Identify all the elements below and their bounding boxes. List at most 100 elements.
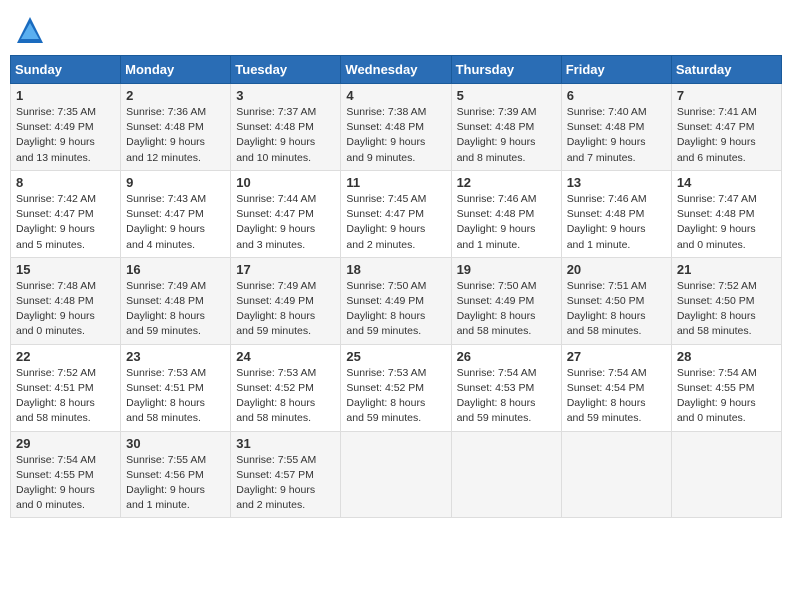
- sunrise-label: Sunrise: 7:36 AM: [126, 106, 206, 118]
- sunrise-label: Sunrise: 7:37 AM: [236, 106, 316, 118]
- sunrise-label: Sunrise: 7:43 AM: [126, 193, 206, 205]
- daylight-label: Daylight: 8 hours and 59 minutes.: [126, 310, 205, 337]
- day-info: Sunrise: 7:53 AM Sunset: 4:51 PM Dayligh…: [126, 366, 225, 427]
- day-number: 7: [677, 88, 776, 103]
- calendar-day-cell: 4 Sunrise: 7:38 AM Sunset: 4:48 PM Dayli…: [341, 84, 451, 171]
- daylight-label: Daylight: 9 hours and 2 minutes.: [236, 484, 315, 511]
- sunset-label: Sunset: 4:56 PM: [126, 469, 204, 481]
- day-info: Sunrise: 7:50 AM Sunset: 4:49 PM Dayligh…: [457, 279, 556, 340]
- weekday-header: Monday: [121, 56, 231, 84]
- day-number: 9: [126, 175, 225, 190]
- calendar-day-cell: 24 Sunrise: 7:53 AM Sunset: 4:52 PM Dayl…: [231, 344, 341, 431]
- sunrise-label: Sunrise: 7:42 AM: [16, 193, 96, 205]
- calendar-day-cell: 13 Sunrise: 7:46 AM Sunset: 4:48 PM Dayl…: [561, 170, 671, 257]
- day-number: 19: [457, 262, 556, 277]
- daylight-label: Daylight: 8 hours and 58 minutes.: [457, 310, 536, 337]
- day-info: Sunrise: 7:47 AM Sunset: 4:48 PM Dayligh…: [677, 192, 776, 253]
- sunset-label: Sunset: 4:48 PM: [16, 295, 94, 307]
- day-number: 31: [236, 436, 335, 451]
- sunrise-label: Sunrise: 7:55 AM: [236, 454, 316, 466]
- daylight-label: Daylight: 9 hours and 0 minutes.: [16, 484, 95, 511]
- sunset-label: Sunset: 4:47 PM: [16, 208, 94, 220]
- sunrise-label: Sunrise: 7:39 AM: [457, 106, 537, 118]
- day-info: Sunrise: 7:42 AM Sunset: 4:47 PM Dayligh…: [16, 192, 115, 253]
- sunset-label: Sunset: 4:48 PM: [126, 295, 204, 307]
- calendar-day-cell: 25 Sunrise: 7:53 AM Sunset: 4:52 PM Dayl…: [341, 344, 451, 431]
- day-number: 26: [457, 349, 556, 364]
- day-info: Sunrise: 7:48 AM Sunset: 4:48 PM Dayligh…: [16, 279, 115, 340]
- sunset-label: Sunset: 4:48 PM: [457, 208, 535, 220]
- calendar-day-cell: 23 Sunrise: 7:53 AM Sunset: 4:51 PM Dayl…: [121, 344, 231, 431]
- sunset-label: Sunset: 4:47 PM: [677, 121, 755, 133]
- page-header: [10, 10, 782, 45]
- weekday-header: Friday: [561, 56, 671, 84]
- day-info: Sunrise: 7:52 AM Sunset: 4:51 PM Dayligh…: [16, 366, 115, 427]
- sunrise-label: Sunrise: 7:47 AM: [677, 193, 757, 205]
- sunrise-label: Sunrise: 7:54 AM: [677, 367, 757, 379]
- day-info: Sunrise: 7:55 AM Sunset: 4:56 PM Dayligh…: [126, 453, 225, 514]
- day-number: 5: [457, 88, 556, 103]
- sunrise-label: Sunrise: 7:50 AM: [346, 280, 426, 292]
- daylight-label: Daylight: 8 hours and 58 minutes.: [16, 397, 95, 424]
- daylight-label: Daylight: 8 hours and 58 minutes.: [567, 310, 646, 337]
- calendar-day-cell: 19 Sunrise: 7:50 AM Sunset: 4:49 PM Dayl…: [451, 257, 561, 344]
- sunset-label: Sunset: 4:51 PM: [16, 382, 94, 394]
- sunrise-label: Sunrise: 7:48 AM: [16, 280, 96, 292]
- calendar-week-row: 29 Sunrise: 7:54 AM Sunset: 4:55 PM Dayl…: [11, 431, 782, 518]
- calendar-day-cell: 11 Sunrise: 7:45 AM Sunset: 4:47 PM Dayl…: [341, 170, 451, 257]
- calendar-day-cell: 12 Sunrise: 7:46 AM Sunset: 4:48 PM Dayl…: [451, 170, 561, 257]
- sunset-label: Sunset: 4:48 PM: [567, 121, 645, 133]
- sunset-label: Sunset: 4:49 PM: [16, 121, 94, 133]
- sunrise-label: Sunrise: 7:52 AM: [677, 280, 757, 292]
- daylight-label: Daylight: 9 hours and 3 minutes.: [236, 223, 315, 250]
- daylight-label: Daylight: 9 hours and 1 minute.: [457, 223, 536, 250]
- day-info: Sunrise: 7:51 AM Sunset: 4:50 PM Dayligh…: [567, 279, 666, 340]
- day-number: 22: [16, 349, 115, 364]
- sunrise-label: Sunrise: 7:40 AM: [567, 106, 647, 118]
- calendar-day-cell: 6 Sunrise: 7:40 AM Sunset: 4:48 PM Dayli…: [561, 84, 671, 171]
- sunrise-label: Sunrise: 7:46 AM: [567, 193, 647, 205]
- sunrise-label: Sunrise: 7:41 AM: [677, 106, 757, 118]
- day-number: 18: [346, 262, 445, 277]
- logo-icon: [15, 15, 45, 45]
- calendar-day-cell: 5 Sunrise: 7:39 AM Sunset: 4:48 PM Dayli…: [451, 84, 561, 171]
- sunrise-label: Sunrise: 7:53 AM: [346, 367, 426, 379]
- day-number: 23: [126, 349, 225, 364]
- day-number: 17: [236, 262, 335, 277]
- daylight-label: Daylight: 9 hours and 13 minutes.: [16, 136, 95, 163]
- sunrise-label: Sunrise: 7:35 AM: [16, 106, 96, 118]
- calendar-day-cell: 26 Sunrise: 7:54 AM Sunset: 4:53 PM Dayl…: [451, 344, 561, 431]
- sunset-label: Sunset: 4:57 PM: [236, 469, 314, 481]
- sunrise-label: Sunrise: 7:54 AM: [16, 454, 96, 466]
- daylight-label: Daylight: 9 hours and 0 minutes.: [677, 223, 756, 250]
- day-number: 1: [16, 88, 115, 103]
- calendar-day-cell: 14 Sunrise: 7:47 AM Sunset: 4:48 PM Dayl…: [671, 170, 781, 257]
- sunset-label: Sunset: 4:55 PM: [16, 469, 94, 481]
- day-info: Sunrise: 7:54 AM Sunset: 4:54 PM Dayligh…: [567, 366, 666, 427]
- sunrise-label: Sunrise: 7:38 AM: [346, 106, 426, 118]
- day-number: 20: [567, 262, 666, 277]
- daylight-label: Daylight: 9 hours and 4 minutes.: [126, 223, 205, 250]
- calendar-day-cell: [671, 431, 781, 518]
- day-info: Sunrise: 7:45 AM Sunset: 4:47 PM Dayligh…: [346, 192, 445, 253]
- day-number: 16: [126, 262, 225, 277]
- daylight-label: Daylight: 9 hours and 1 minute.: [567, 223, 646, 250]
- sunrise-label: Sunrise: 7:51 AM: [567, 280, 647, 292]
- weekday-header: Saturday: [671, 56, 781, 84]
- sunset-label: Sunset: 4:53 PM: [457, 382, 535, 394]
- sunrise-label: Sunrise: 7:44 AM: [236, 193, 316, 205]
- sunset-label: Sunset: 4:47 PM: [126, 208, 204, 220]
- day-info: Sunrise: 7:46 AM Sunset: 4:48 PM Dayligh…: [457, 192, 556, 253]
- day-number: 28: [677, 349, 776, 364]
- sunset-label: Sunset: 4:47 PM: [236, 208, 314, 220]
- calendar-day-cell: [341, 431, 451, 518]
- sunset-label: Sunset: 4:50 PM: [677, 295, 755, 307]
- daylight-label: Daylight: 8 hours and 59 minutes.: [236, 310, 315, 337]
- day-number: 21: [677, 262, 776, 277]
- calendar-day-cell: 21 Sunrise: 7:52 AM Sunset: 4:50 PM Dayl…: [671, 257, 781, 344]
- day-number: 11: [346, 175, 445, 190]
- sunrise-label: Sunrise: 7:52 AM: [16, 367, 96, 379]
- day-info: Sunrise: 7:43 AM Sunset: 4:47 PM Dayligh…: [126, 192, 225, 253]
- daylight-label: Daylight: 9 hours and 0 minutes.: [16, 310, 95, 337]
- day-number: 4: [346, 88, 445, 103]
